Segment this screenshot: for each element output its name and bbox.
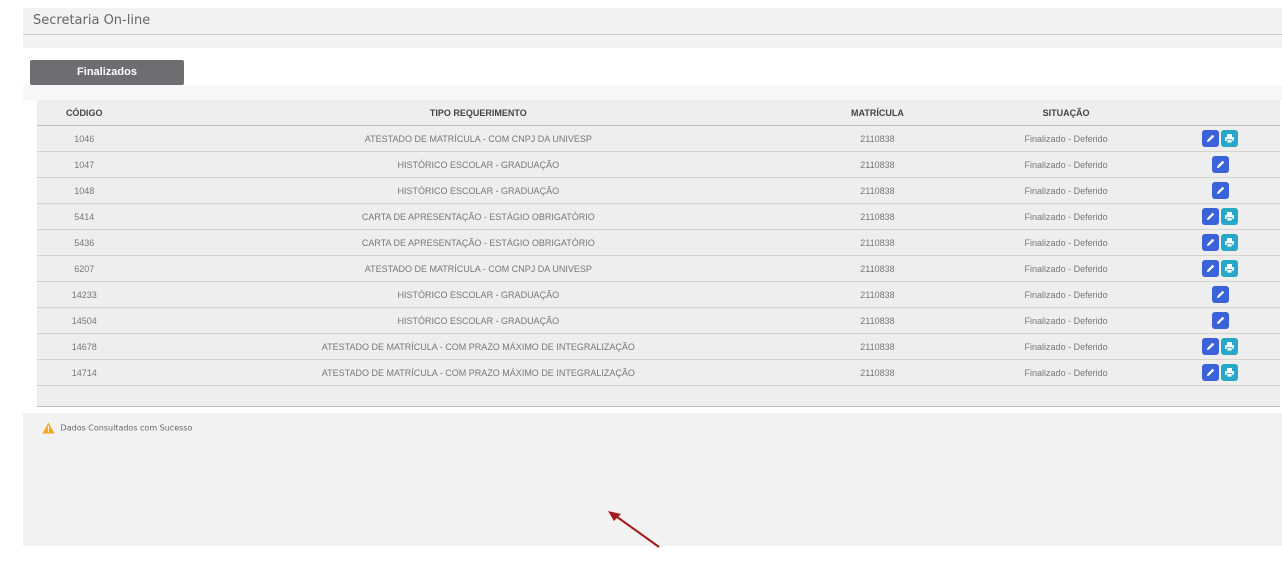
cell-type: ATESTADO DE MATRÍCULA - COM CNPJ DA UNIV… — [131, 255, 826, 282]
cell-code: 1047 — [37, 151, 132, 178]
cell-matricula: 2110838 — [825, 125, 930, 152]
cell-situacao: Finalizado - Deferido — [929, 203, 1203, 230]
table-row: 5414 CARTA DE APRESENTAÇÃO - ESTÁGIO OBRI… — [37, 203, 1280, 230]
cell-matricula: 2110838 — [825, 333, 930, 360]
edit-button[interactable] — [1212, 286, 1230, 303]
cell-situacao: Finalizado - Deferido — [929, 281, 1203, 308]
table-row: 14233 HISTÓRICO ESCOLAR - GRADUAÇÃO 211083… — [37, 281, 1280, 308]
cell-situacao: Finalizado - Deferido — [929, 333, 1203, 360]
cell-situacao: Finalizado - Deferido — [929, 177, 1203, 204]
cell-situacao: Finalizado - Deferido — [929, 307, 1203, 334]
requests-table: CÓDIGO TIPO REQUERIMENTO MATRÍCULA SITUA… — [37, 100, 1280, 386]
cell-type: ATESTADO DE MATRÍCULA - COM CNPJ DA UNIV… — [131, 125, 826, 152]
cell-code: 5414 — [37, 203, 132, 230]
cell-situacao: Finalizado - Deferido — [929, 125, 1203, 152]
edit-button[interactable] — [1212, 312, 1230, 329]
cell-type: CARTA DE APRESENTAÇÃO - ESTÁGIO OBRIGATÓ… — [131, 229, 826, 256]
cell-actions — [1202, 333, 1280, 360]
table-row: 14504 HISTÓRICO ESCOLAR - GRADUAÇÃO 211083… — [37, 307, 1280, 334]
table-row: 6207 ATESTADO DE MATRÍCULA - COM CNPJ DA … — [37, 255, 1280, 282]
header-type: TIPO REQUERIMENTO — [131, 100, 826, 126]
cell-matricula: 2110838 — [825, 203, 930, 230]
cell-code: 14714 — [37, 359, 132, 386]
page-header: Secretaria On-line — [23, 8, 1282, 35]
table-row: 14714 ATESTADO DE MATRÍCULA - COM PRAZO M… — [37, 359, 1280, 386]
cell-type: CARTA DE APRESENTAÇÃO - ESTÁGIO OBRIGATÓ… — [131, 203, 826, 230]
print-button[interactable] — [1221, 364, 1239, 381]
cell-matricula: 2110838 — [825, 177, 930, 204]
cell-type: ATESTADO DE MATRÍCULA - COM PRAZO MÁXIMO… — [131, 333, 826, 360]
header-situacao: SITUAÇÃO — [929, 100, 1203, 126]
warning-icon — [42, 422, 55, 434]
print-button[interactable] — [1221, 208, 1239, 225]
table-top-strip — [23, 85, 1282, 100]
edit-button[interactable] — [1212, 182, 1230, 199]
edit-button[interactable] — [1202, 364, 1220, 381]
edit-button[interactable] — [1212, 156, 1230, 173]
cell-actions — [1202, 307, 1280, 334]
page-title: Secretaria On-line — [33, 13, 151, 28]
table-row: 1048 HISTÓRICO ESCOLAR - GRADUAÇÃO 2110838… — [37, 177, 1280, 204]
cell-actions — [1202, 281, 1280, 308]
cell-situacao: Finalizado - Deferido — [929, 359, 1203, 386]
requests-table-container: CÓDIGO TIPO REQUERIMENTO MATRÍCULA SITUA… — [37, 100, 1280, 406]
edit-button[interactable] — [1202, 234, 1220, 251]
cell-code: 1046 — [37, 125, 132, 152]
status-message: Dados Consultados com Sucesso — [42, 422, 192, 436]
cell-code: 5436 — [37, 229, 132, 256]
print-button[interactable] — [1221, 130, 1239, 147]
cell-matricula: 2110838 — [825, 307, 930, 334]
cell-matricula: 2110838 — [825, 281, 930, 308]
cell-type: HISTÓRICO ESCOLAR - GRADUAÇÃO — [131, 177, 826, 204]
table-bottom-divider — [37, 406, 1280, 407]
cell-code: 6207 — [37, 255, 132, 282]
edit-button[interactable] — [1202, 338, 1220, 355]
arrow-annotation — [608, 511, 660, 548]
cell-actions — [1202, 229, 1280, 256]
print-button[interactable] — [1221, 260, 1239, 277]
cell-type: HISTÓRICO ESCOLAR - GRADUAÇÃO — [131, 151, 826, 178]
cell-situacao: Finalizado - Deferido — [929, 255, 1203, 282]
cell-type: HISTÓRICO ESCOLAR - GRADUAÇÃO — [131, 281, 826, 308]
print-button[interactable] — [1221, 234, 1239, 251]
cell-type: ATESTADO DE MATRÍCULA - COM PRAZO MÁXIMO… — [131, 359, 826, 386]
table-row: 14678 ATESTADO DE MATRÍCULA - COM PRAZO M… — [37, 333, 1280, 360]
cell-actions — [1202, 255, 1280, 282]
header-code: CÓDIGO — [37, 100, 132, 126]
edit-button[interactable] — [1202, 208, 1220, 225]
header-matricula: MATRÍCULA — [825, 100, 930, 126]
cell-matricula: 2110838 — [825, 255, 930, 282]
cell-actions — [1202, 125, 1280, 152]
edit-button[interactable] — [1202, 130, 1220, 147]
table-row: 1047 HISTÓRICO ESCOLAR - GRADUAÇÃO 2110838… — [37, 151, 1280, 178]
cell-code: 1048 — [37, 177, 132, 204]
cell-actions — [1202, 203, 1280, 230]
cell-matricula: 2110838 — [825, 229, 930, 256]
cell-situacao: Finalizado - Deferido — [929, 229, 1203, 256]
cell-code: 14233 — [37, 281, 132, 308]
status-text: Dados Consultados com Sucesso — [60, 423, 193, 433]
cell-actions — [1202, 359, 1280, 386]
edit-button[interactable] — [1202, 260, 1220, 277]
cell-actions — [1202, 177, 1280, 204]
cell-situacao: Finalizado - Deferido — [929, 151, 1203, 178]
cell-actions — [1202, 151, 1280, 178]
cell-type: HISTÓRICO ESCOLAR - GRADUAÇÃO — [131, 307, 826, 334]
table-row: 5436 CARTA DE APRESENTAÇÃO - ESTÁGIO OBRI… — [37, 229, 1280, 256]
table-row: 1046 ATESTADO DE MATRÍCULA - COM CNPJ DA … — [37, 125, 1280, 152]
tab-finalizados[interactable]: Finalizados — [30, 60, 184, 85]
cell-matricula: 2110838 — [825, 359, 930, 386]
cell-code: 14504 — [37, 307, 132, 334]
cell-matricula: 2110838 — [825, 151, 930, 178]
cell-code: 14678 — [37, 333, 132, 360]
table-body: 1046 ATESTADO DE MATRÍCULA - COM CNPJ DA … — [37, 125, 1280, 386]
header-actions — [1202, 100, 1280, 126]
print-button[interactable] — [1221, 338, 1239, 355]
table-header-row: CÓDIGO TIPO REQUERIMENTO MATRÍCULA SITUA… — [37, 100, 1280, 126]
